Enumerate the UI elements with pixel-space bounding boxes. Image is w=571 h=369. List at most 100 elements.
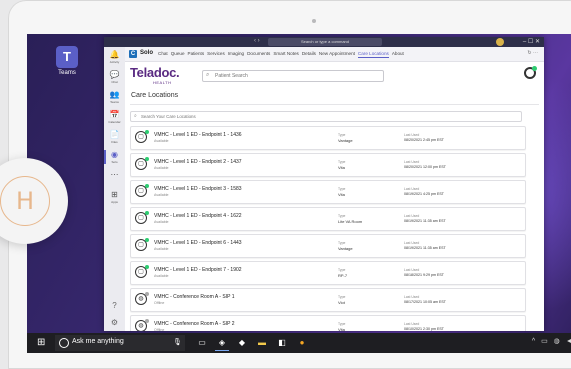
location-type: RP-7 xyxy=(338,273,348,278)
care-location-row[interactable]: ▢ VMHC - Level 1 ED - Endpoint 6 - 1443 Av… xyxy=(130,234,526,258)
rail-icon: ◉ xyxy=(111,150,118,159)
app-name: Solo xyxy=(140,50,153,56)
location-name: VMHC - Level 1 ED - Endpoint 4 - 1622 xyxy=(154,213,242,219)
last-used-label: Last Used xyxy=(404,160,420,164)
location-search[interactable]: ⌕ xyxy=(130,111,522,122)
care-location-row[interactable]: ▢ VMHC - Level 1 ED - Endpoint 3 - 1583 Av… xyxy=(130,180,526,204)
rail-label: Teams xyxy=(110,100,119,104)
rail-item-chat[interactable]: 💬 Chat xyxy=(104,67,125,87)
rail-icon: 🔔 xyxy=(109,50,120,59)
chrome-icon[interactable]: ● xyxy=(295,336,309,350)
patient-search[interactable]: ⌕ xyxy=(202,70,384,82)
taskbar-search[interactable]: Ask me anything 🎙 xyxy=(55,335,185,351)
care-location-row[interactable]: ◍ VMHC - Conference Room A - SIP 1 Offline… xyxy=(130,288,526,312)
cortana-icon xyxy=(59,338,69,348)
rail-label: Apps xyxy=(111,200,118,204)
last-used-value: 08/19/2021 4:25 pm EST xyxy=(404,192,444,196)
tab-new-appointment[interactable]: New Appointment xyxy=(319,51,355,56)
rail-label: Activity xyxy=(109,60,120,64)
care-location-row[interactable]: ▢ VMHC - Level 1 ED - Endpoint 2 - 1437 Av… xyxy=(130,153,526,177)
last-used-value: 08/20/2021 12:00 pm EST xyxy=(404,165,446,169)
care-location-row[interactable]: ▢ VMHC - Level 1 ED - Endpoint 7 - 1902 Av… xyxy=(130,261,526,285)
taskbar-search-text: Ask me anything xyxy=(72,338,124,345)
location-name: VMHC - Level 1 ED - Endpoint 3 - 1583 xyxy=(154,186,242,192)
tab-documents[interactable]: Documents xyxy=(247,51,270,56)
tab-imaging[interactable]: Imaging xyxy=(228,51,244,56)
tab-chat[interactable]: Chat xyxy=(158,51,168,56)
location-name: VMHC - Conference Room A - SIP 2 xyxy=(154,321,235,327)
location-name: VMHC - Conference Room A - SIP 1 xyxy=(154,294,235,300)
rail-label: Calendar xyxy=(108,120,121,124)
last-used-value: 08/18/2021 9:29 pm EST xyxy=(404,273,444,277)
location-name: VMHC - Level 1 ED - Endpoint 1 - 1436 xyxy=(154,132,242,138)
rail-item-activity[interactable]: 🔔 Activity xyxy=(104,47,125,67)
desktop-icon-teams[interactable]: T Teams xyxy=(45,46,89,76)
care-location-row[interactable]: ▢ VMHC - Level 1 ED - Endpoint 1 - 1436 Av… xyxy=(130,126,526,150)
rail-item-solo[interactable]: ◉ Solo xyxy=(104,147,125,167)
last-used-label: Last Used xyxy=(404,187,420,191)
rail-bottom: ? ⚙ xyxy=(104,301,125,327)
windows-start-icon[interactable]: ⊞ xyxy=(37,337,45,349)
rail-icon: 💬 xyxy=(109,70,120,79)
rail-label: Chat xyxy=(111,80,118,84)
last-used-value: 08/17/2021 10:05 am EST xyxy=(404,300,446,304)
history-nav-icon[interactable]: ‹ › xyxy=(254,38,260,44)
type-label: Type xyxy=(338,322,346,326)
rail-item-files[interactable]: 📄 Files xyxy=(104,127,125,147)
rail-icon: 📅 xyxy=(109,110,120,119)
desktop-icon-label: Teams xyxy=(58,70,76,76)
teams-window: ‹ › Search or type a command – ☐ ✕ 🔔 Acti… xyxy=(104,37,544,331)
teams-taskbar-icon[interactable]: ◈ xyxy=(215,336,229,351)
file-explorer-icon[interactable]: ▬ xyxy=(255,336,269,350)
task-view-icon[interactable]: ▭ xyxy=(195,336,209,350)
tab-patients[interactable]: Patients xyxy=(188,51,205,56)
teams-logo-icon: T xyxy=(56,46,78,68)
microphone-icon[interactable]: 🎙 xyxy=(173,338,182,346)
search-icon: ⌕ xyxy=(134,113,137,119)
last-used-label: Last Used xyxy=(404,241,420,245)
divider xyxy=(130,104,539,105)
window-controls[interactable]: – ☐ ✕ xyxy=(523,37,540,47)
status-dot xyxy=(145,292,149,296)
location-name: VMHC - Level 1 ED - Endpoint 2 - 1437 xyxy=(154,159,242,165)
type-label: Type xyxy=(338,295,346,299)
settings-icon[interactable]: ⚙ xyxy=(104,318,125,327)
last-used-label: Last Used xyxy=(404,322,420,326)
tab-about[interactable]: About xyxy=(392,51,404,56)
windows-taskbar: ⊞ Ask me anything 🎙 ▭ ◈ ◆ ▬ ◧ ● ^ ▭ ◍ ◄) xyxy=(27,333,571,353)
care-location-row[interactable]: ▢ VMHC - Level 1 ED - Endpoint 4 - 1622 Av… xyxy=(130,207,526,231)
location-type: Lite VA Room xyxy=(338,219,363,224)
care-location-row[interactable]: ◍ VMHC - Conference Room A - SIP 2 Offline… xyxy=(130,315,526,331)
patient-search-input[interactable] xyxy=(215,72,375,80)
tab-queue[interactable]: Queue xyxy=(171,51,185,56)
rail-item-more[interactable]: ⋯ xyxy=(104,167,125,187)
location-status: Available xyxy=(154,247,169,251)
help-icon[interactable]: ? xyxy=(104,301,125,310)
tab-smart-notes[interactable]: Smart Notes xyxy=(273,51,299,56)
rail-item-apps[interactable]: ⊞ Apps xyxy=(104,187,125,207)
location-type: Vita xyxy=(338,192,345,197)
location-type: Vita xyxy=(338,165,345,170)
location-type: Vita xyxy=(338,327,345,331)
teladoc-logo: Teladoc. xyxy=(130,65,180,80)
tab-care-locations[interactable]: Care Locations xyxy=(357,51,389,58)
rail-item-calendar[interactable]: 📅 Calendar xyxy=(104,107,125,127)
refresh-more-icon[interactable]: ↻ ⋯ xyxy=(527,50,538,56)
rail-item-teams[interactable]: 👥 Teams xyxy=(104,87,125,107)
webcam xyxy=(312,19,316,23)
command-search[interactable]: Search or type a command xyxy=(268,38,382,46)
location-status: Available xyxy=(154,166,169,170)
page-title: Care Locations xyxy=(131,92,179,99)
user-avatar[interactable] xyxy=(496,38,504,46)
type-label: Type xyxy=(338,187,346,191)
system-tray-icons[interactable]: ^ ▭ ◍ ◄) xyxy=(532,337,571,345)
tab-services[interactable]: Services xyxy=(207,51,225,56)
store-icon[interactable]: ◧ xyxy=(275,336,289,350)
location-status: Available xyxy=(154,139,169,143)
location-search-input[interactable] xyxy=(141,112,511,121)
rail-label: Files xyxy=(111,140,118,144)
tab-details[interactable]: Details xyxy=(302,51,316,56)
profile-status-icon[interactable] xyxy=(524,66,537,79)
browser-taskbar-icon[interactable]: ◆ xyxy=(235,336,249,350)
location-status: Offline xyxy=(154,328,165,331)
